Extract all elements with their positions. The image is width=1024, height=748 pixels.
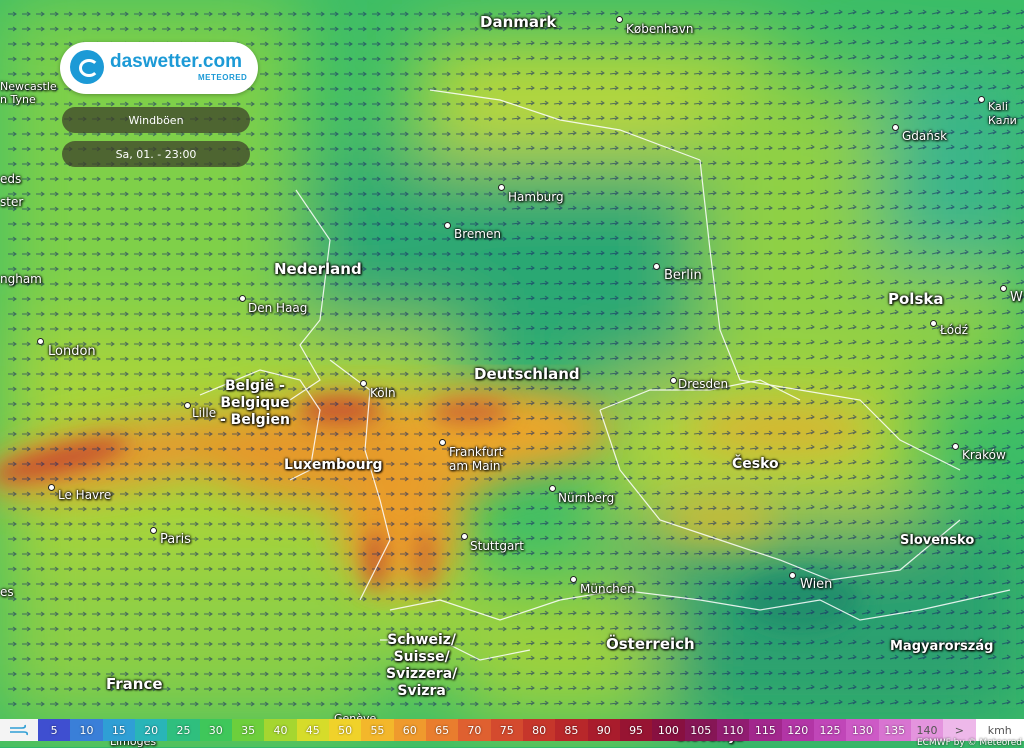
city-label-lodz: Łódź bbox=[940, 323, 969, 337]
legend-cell: 135 bbox=[878, 719, 911, 741]
legend-cell: 65 bbox=[425, 719, 459, 741]
legend-cell: 130 bbox=[846, 719, 879, 741]
city-label-newcastle: Newcastle n Tyne bbox=[0, 80, 57, 106]
city-label-stuttgart: Stuttgart bbox=[470, 539, 524, 553]
city-dot-frankfurt bbox=[439, 439, 446, 446]
city-dot-kalin bbox=[978, 96, 985, 103]
city-label-paris: Paris bbox=[160, 532, 191, 547]
city-label-frankfurt: Frankfurt am Main bbox=[449, 445, 504, 473]
country-label-luxembourg: Luxembourg bbox=[284, 457, 383, 473]
country-label-osterreich: Österreich bbox=[606, 635, 695, 653]
country-label-magyarorszag: Magyarország bbox=[890, 639, 994, 654]
legend-cell: 35 bbox=[231, 719, 265, 741]
city-label-ster: ster bbox=[0, 195, 24, 209]
legend-cell: 40 bbox=[264, 719, 297, 741]
city-label-ngham: ngham bbox=[0, 272, 42, 286]
city-label-hamburg: Hamburg bbox=[508, 190, 564, 204]
country-label-nederland: Nederland bbox=[274, 260, 362, 278]
city-dot-nurnberg bbox=[549, 485, 556, 492]
city-label-w: W bbox=[1010, 290, 1023, 305]
city-label-eds: eds bbox=[0, 172, 22, 186]
city-dot-gdansk bbox=[892, 124, 899, 131]
time-selector[interactable]: Sa, 01. - 23:00 bbox=[62, 141, 250, 167]
city-dot-berlin bbox=[653, 263, 660, 270]
city-label-lehavre: Le Havre bbox=[58, 488, 112, 502]
city-dot-denhaag bbox=[239, 295, 246, 302]
legend-cell: 70 bbox=[458, 719, 491, 741]
city-dot-lodz bbox=[930, 320, 937, 327]
country-label-france: France bbox=[106, 675, 163, 693]
city-dot-koln bbox=[360, 380, 367, 387]
legend-cell: 10 bbox=[70, 719, 103, 741]
layer-selector[interactable]: Windböen bbox=[62, 107, 250, 133]
city-dot-hamburg bbox=[498, 184, 505, 191]
legend-cell: 105 bbox=[684, 719, 717, 741]
legend-cell: 45 bbox=[296, 719, 329, 741]
legend-cell: 80 bbox=[522, 719, 556, 741]
city-dot-lehavre bbox=[48, 484, 55, 491]
legend-cell: 120 bbox=[781, 719, 814, 741]
city-label-munchen: München bbox=[580, 582, 635, 596]
city-label-berlin: Berlin bbox=[664, 268, 702, 283]
city-dot-london bbox=[37, 338, 44, 345]
legend-cell: 95 bbox=[619, 719, 653, 741]
city-dot-kobenhavn bbox=[616, 16, 623, 23]
city-dot-dresden bbox=[670, 377, 677, 384]
city-label-gdansk: Gdańsk bbox=[902, 129, 948, 143]
legend-cell: 90 bbox=[587, 719, 620, 741]
city-label-nurnberg: Nürnberg bbox=[558, 491, 615, 505]
legend-cell: 125 bbox=[813, 719, 847, 741]
city-dot-paris bbox=[150, 527, 157, 534]
country-label-slovensko: Slovensko bbox=[900, 533, 975, 548]
city-dot-munchen bbox=[570, 576, 577, 583]
logo-sub: METEORED bbox=[198, 73, 248, 82]
legend-cell: 100 bbox=[652, 719, 685, 741]
city-label-dresden: Dresden bbox=[678, 377, 729, 391]
logo-name: daswetter.com bbox=[110, 51, 242, 72]
country-label-deutschland: Deutschland bbox=[474, 365, 580, 383]
city-label-kalin: Kali Кали bbox=[988, 100, 1017, 127]
legend-cell: 50 bbox=[328, 719, 362, 741]
legend-cell: 75 bbox=[490, 719, 523, 741]
city-dot-wien bbox=[789, 572, 796, 579]
legend-cell: 15 bbox=[102, 719, 135, 741]
legend-cell: 20 bbox=[134, 719, 168, 741]
city-label-london: London bbox=[48, 344, 96, 359]
legend-cell: 30 bbox=[199, 719, 232, 741]
city-dot-krakow bbox=[952, 443, 959, 450]
wind-speed-legend: 5 10 15 20 25 30 35 40 45 50 55 60 65 70 75 80 85 90 95 100… bbox=[0, 719, 1024, 741]
legend-cell: 85 bbox=[555, 719, 588, 741]
city-dot-lille bbox=[184, 402, 191, 409]
legend-cell: 25 bbox=[167, 719, 200, 741]
city-dot-stuttgart bbox=[461, 533, 468, 540]
logo-cloud-icon bbox=[70, 50, 104, 84]
city-label-wien: Wien bbox=[800, 577, 833, 592]
legend-cell: 115 bbox=[749, 719, 782, 741]
city-label-denhaag: Den Haag bbox=[248, 301, 308, 315]
city-dot-bremen bbox=[444, 222, 451, 229]
daswetter-logo[interactable]: daswetter.com METEORED bbox=[60, 42, 258, 94]
city-label-krakow: Kraków bbox=[962, 448, 1006, 462]
legend-cell: 55 bbox=[361, 719, 394, 741]
country-label-polska: Polska bbox=[888, 290, 944, 308]
city-dot-w bbox=[1000, 285, 1007, 292]
city-label-bremen: Bremen bbox=[454, 227, 501, 241]
city-label-es: es bbox=[0, 585, 14, 599]
legend-cell: 5 bbox=[38, 719, 71, 741]
wind-icon bbox=[0, 719, 38, 741]
country-label-danmark: Danmark bbox=[480, 13, 557, 31]
legend-cell: 60 bbox=[393, 719, 426, 741]
country-label-schweiz: Schweiz/ Suisse/ Svizzera/ Svizra bbox=[386, 632, 458, 699]
country-label-belgie: België - Belgique - Belgien bbox=[220, 378, 290, 428]
legend-cell: 110 bbox=[716, 719, 750, 741]
city-label-kobenhavn: København bbox=[626, 22, 694, 36]
city-label-koln: Köln bbox=[370, 386, 396, 400]
city-label-lille: Lille bbox=[192, 406, 217, 420]
country-label-cesko: Česko bbox=[732, 456, 779, 472]
